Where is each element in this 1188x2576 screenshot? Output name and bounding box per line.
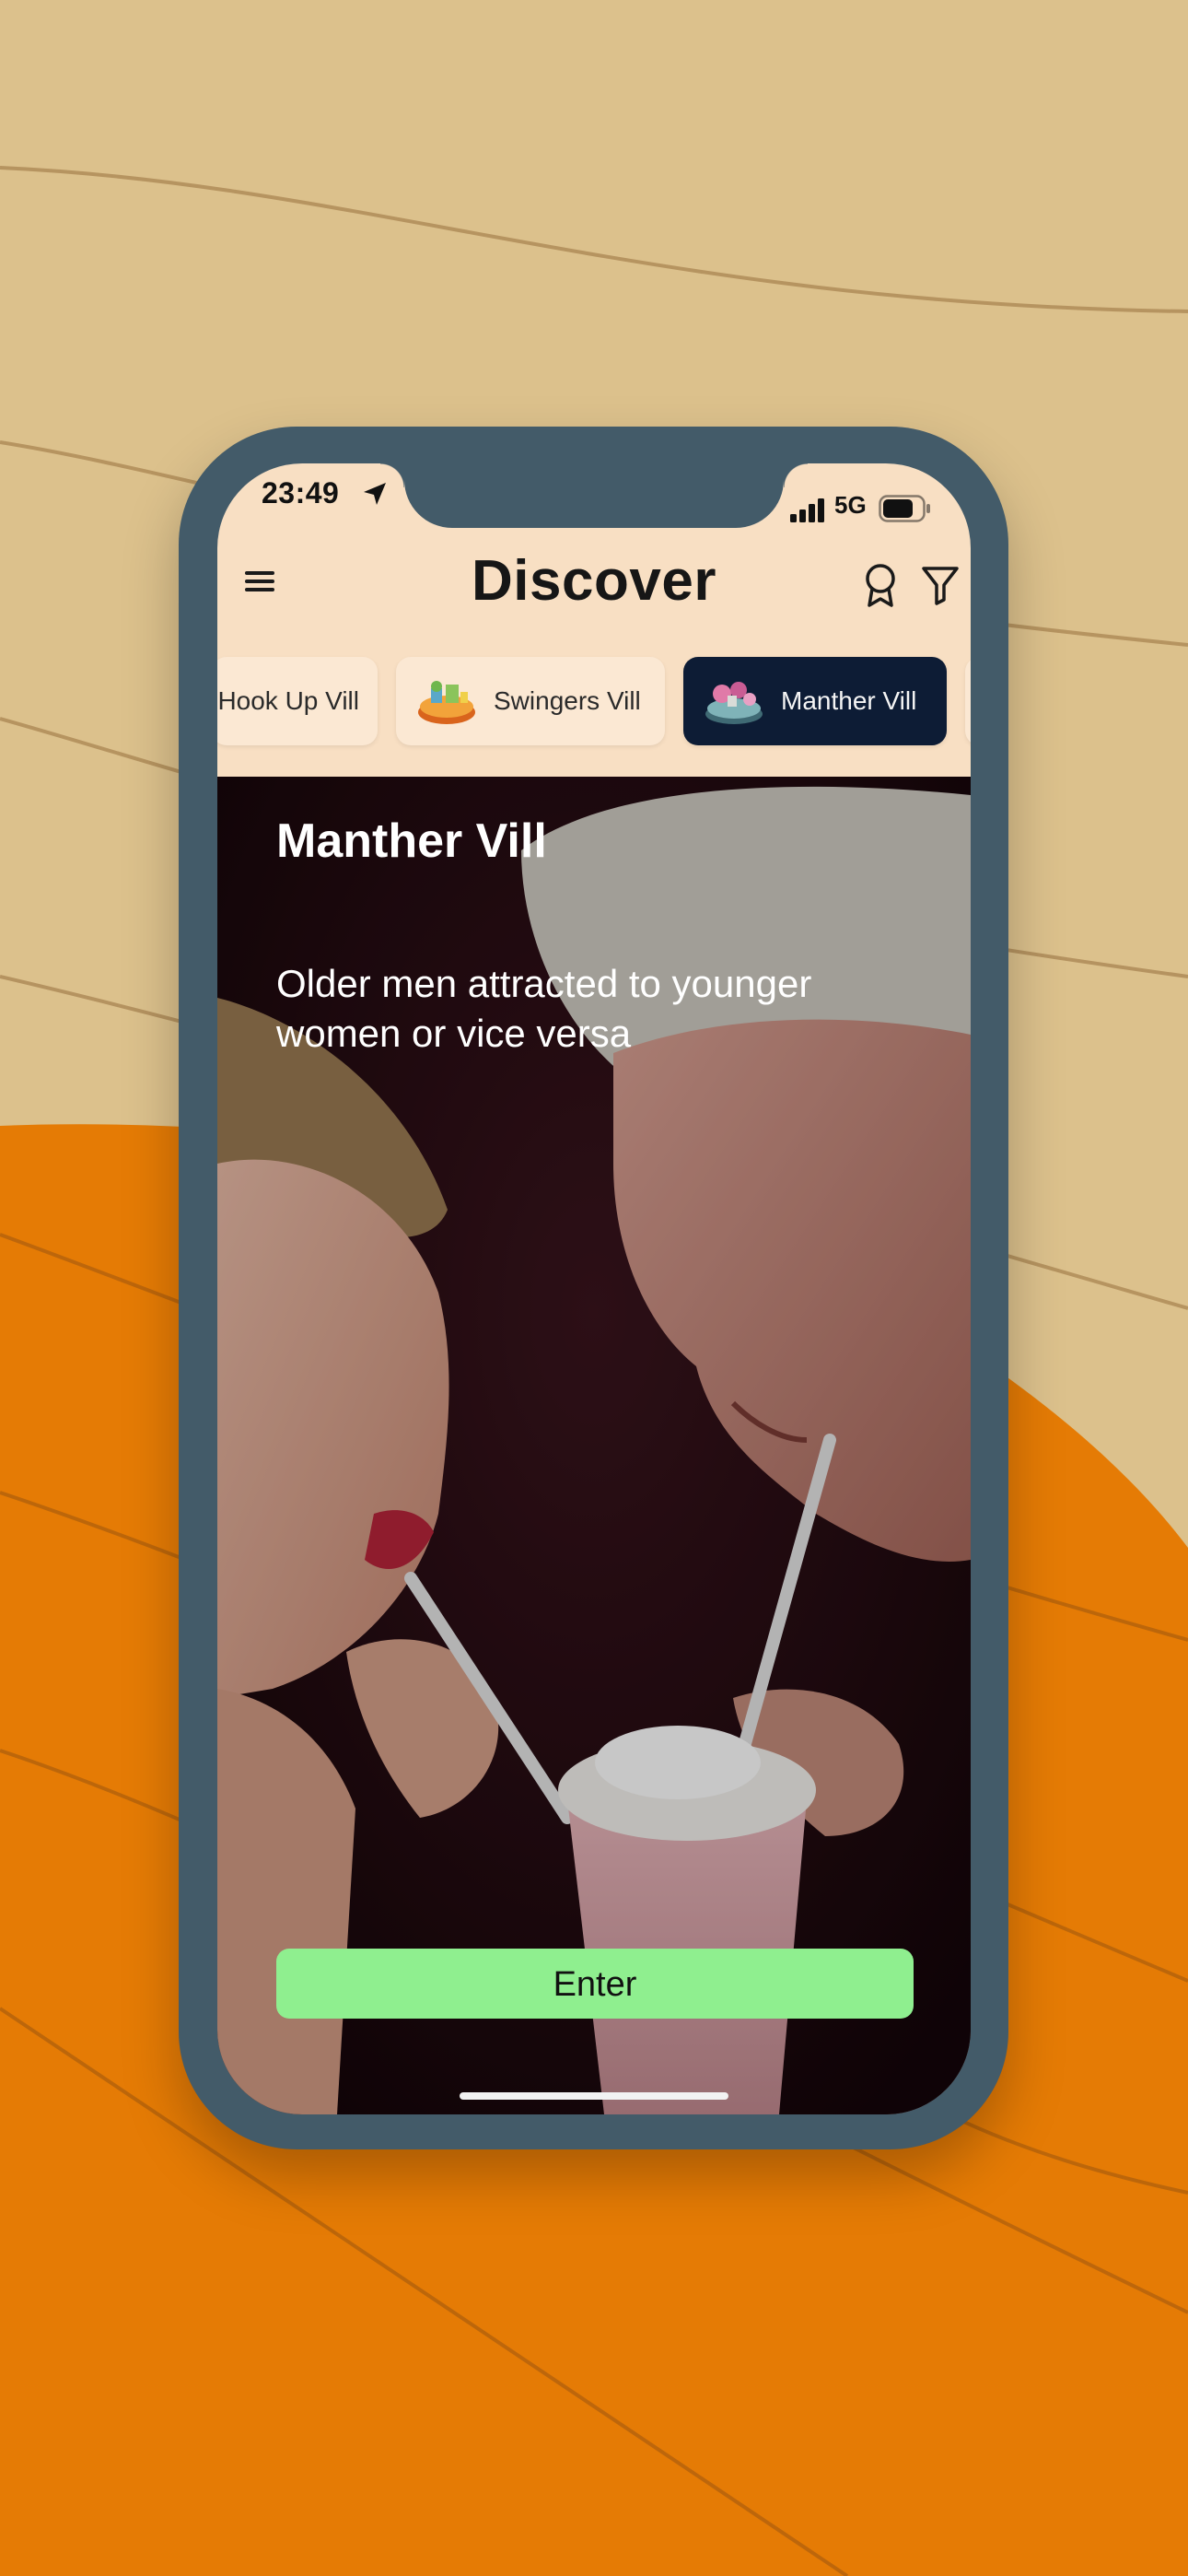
vill-hero-card: Manther Vill Older men attracted to youn… — [217, 777, 971, 2114]
tab-manther-vill[interactable]: Manther Vill — [683, 657, 947, 745]
tab-label: Swingers Vill — [494, 686, 641, 715]
manther-vill-thumbnail-icon — [705, 682, 763, 724]
home-indicator[interactable] — [460, 2092, 728, 2100]
app-header: Discover — [217, 537, 971, 629]
tab-next-partial[interactable] — [965, 657, 971, 745]
app-screen: 23:49 5G Discover Hook Up Vill Swingers … — [217, 463, 971, 2114]
signal-icon — [790, 498, 824, 522]
phone-notch — [380, 463, 808, 528]
achievements-button[interactable] — [855, 557, 906, 613]
award-badge-icon — [866, 564, 895, 607]
status-time: 23:49 — [262, 476, 340, 509]
filter-icon — [922, 567, 959, 605]
battery-icon — [879, 495, 930, 522]
tab-hook-up-vill[interactable]: Hook Up Vill — [217, 657, 378, 745]
tab-swingers-vill[interactable]: Swingers Vill — [396, 657, 665, 745]
swingers-vill-thumbnail-icon — [418, 681, 475, 724]
enter-button[interactable]: Enter — [276, 1949, 914, 2019]
phone-mockup: 23:49 5G Discover Hook Up Vill Swingers … — [179, 427, 1008, 2149]
vill-title: Manther Vill — [276, 814, 547, 868]
network-type: 5G — [834, 491, 867, 519]
category-tabs: Hook Up Vill Swingers Vill Manther Vill — [217, 657, 971, 749]
filter-button[interactable] — [915, 557, 965, 613]
vill-description: Older men attracted to younger women or … — [276, 962, 812, 1055]
tab-label: Manther Vill — [781, 686, 917, 715]
tab-label: Hook Up Vill — [217, 686, 359, 715]
